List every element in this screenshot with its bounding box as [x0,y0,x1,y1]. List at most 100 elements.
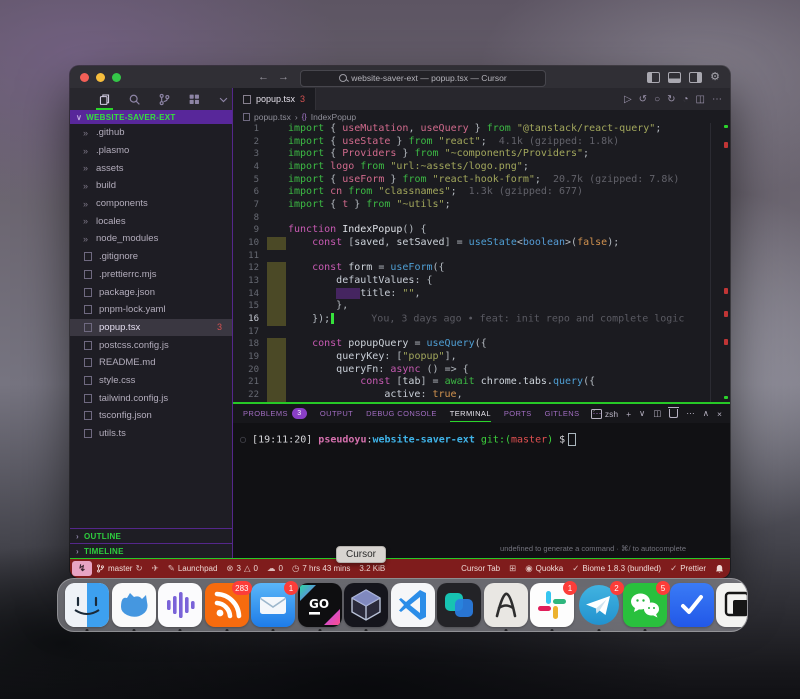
controller-icon[interactable]: ⊞ [509,563,516,574]
code-line[interactable]: 4import logo from "url:~assets/logo.png"… [233,161,730,174]
time-tracker-status[interactable]: ◷ 7 hrs 43 mins [292,563,350,574]
split-terminal-icon[interactable]: ◫ [653,408,661,419]
toggle-panel-icon[interactable] [668,72,681,83]
dock-icon-things[interactable] [670,583,714,632]
tree-item-.prettierrc.mjs[interactable]: .prettierrc.mjs [70,266,232,284]
panel-tab-gitlens[interactable]: GITLENS [545,404,580,423]
tree-item-locales[interactable]: »locales [70,212,232,230]
dock-icon-squares[interactable] [716,583,748,632]
code-line[interactable]: 12 const form = useForm({ [233,262,730,275]
code-line[interactable]: 7import { t } from "~utils"; [233,199,730,212]
explorer-root[interactable]: ∨ WEBSITE-SAVER-EXT [70,110,232,124]
tree-item-utils.ts[interactable]: utils.ts [70,425,232,443]
panel-tab-output[interactable]: OUTPUT [320,404,353,423]
dock-icon-cursor[interactable] [344,583,388,632]
breadcrumb[interactable]: popup.tsx › {} IndexPopup [233,110,730,123]
explorer-icon[interactable] [98,88,111,110]
problems-status[interactable]: ⊗ 3 △ 0 [226,563,258,574]
code-line[interactable]: 14 title: "", [233,288,730,301]
code-line[interactable]: 19 queryKey: ["popup"], [233,351,730,364]
nav-back-icon[interactable]: ← [258,71,269,83]
code-line[interactable]: 15 }, [233,300,730,313]
code-line[interactable]: 17 [233,326,730,339]
code-line[interactable]: 18 const popupQuery = useQuery({ [233,338,730,351]
dock-icon-telegram[interactable]: 2 [577,583,621,632]
maximize-panel-icon[interactable]: ∧ [703,408,709,419]
tree-item-popup.tsx[interactable]: popup.tsx3 [70,319,232,337]
tree-item-pnpm-lock.yaml[interactable]: pnpm-lock.yaml [70,301,232,319]
tree-item-tailwind.config.js[interactable]: tailwind.config.js [70,389,232,407]
code-line[interactable]: 6import cn from "classnames"; 1.3k (gzip… [233,186,730,199]
extensions-icon[interactable] [188,88,201,110]
panel-tab-ports[interactable]: PORTS [504,404,532,423]
more-icon[interactable]: ⋯ [686,408,695,419]
new-terminal-icon[interactable]: + [626,409,631,419]
code-line[interactable]: 20 queryFn: async () => { [233,364,730,377]
chevron-down-icon[interactable] [218,88,229,110]
launchpad-status[interactable]: ✎ Launchpad [168,563,218,574]
tree-item-postcss.config.js[interactable]: postcss.config.js [70,336,232,354]
split-editor-icon[interactable]: ◫ [696,94,705,105]
git-branch-status[interactable]: master ↻ [96,563,143,574]
biome-status[interactable]: ✓ Biome 1.8.3 (bundled) [572,563,661,574]
toggle-sidebar-icon[interactable] [647,72,660,83]
tree-item-.gitignore[interactable]: .gitignore [70,248,232,266]
code-line[interactable]: 8 [233,212,730,225]
dock-icon-fox[interactable] [112,583,156,632]
tree-item-components[interactable]: »components [70,195,232,213]
tree-item-build[interactable]: »build [70,177,232,195]
tree-item-tsconfig.json[interactable]: tsconfig.json [70,407,232,425]
dock-icon-teal[interactable] [437,583,481,632]
chevron-down-icon[interactable]: ∨ [639,408,645,419]
code-line[interactable]: 10 const [saved, setSaved] = useState<bo… [233,237,730,250]
remote-indicator[interactable]: ↯ [72,561,92,576]
undo-circle-icon[interactable]: ↺ [639,94,647,105]
dock-icon-mail[interactable]: 1 [251,583,295,632]
tree-item-.plasmo[interactable]: ».plasmo [70,142,232,160]
tree-item-node_modules[interactable]: »node_modules [70,230,232,248]
timeline-section[interactable]: › TIMELINE [70,543,232,558]
code-editor[interactable]: 1import { useMutation, useQuery } from "… [233,123,730,402]
code-line[interactable]: 11 [233,250,730,263]
source-control-icon[interactable] [158,88,171,110]
nav-forward-icon[interactable]: → [278,71,289,83]
dock-icon-wave[interactable] [158,583,202,632]
tree-item-README.md[interactable]: README.md [70,354,232,372]
notifications-bell[interactable] [715,564,724,574]
dock-icon-goland[interactable]: GO [298,583,342,632]
code-line[interactable]: 13 defaultValues: { [233,275,730,288]
publish-status[interactable]: ✈ [152,563,159,574]
panel-tab-debug-console[interactable]: DEBUG CONSOLE [366,404,437,423]
code-line[interactable]: 5import { useForm } from "react-hook-for… [233,174,730,187]
tab-popup-tsx[interactable]: popup.tsx 3 [233,88,316,110]
search-panel-icon[interactable] [128,88,141,110]
code-line[interactable]: 9function IndexPopup() { [233,224,730,237]
run-icon[interactable]: ▷ [624,94,632,105]
dock-icon-vscode[interactable] [391,583,435,632]
zoom-button[interactable] [112,73,121,82]
toggle-secondary-sidebar-icon[interactable] [689,72,702,83]
prettier-status[interactable]: ✓ Prettier [670,563,706,574]
dock-icon-wechat[interactable]: 5 [623,583,667,632]
history-icon[interactable]: ◔ [683,94,689,105]
cursor-tab-status[interactable]: Cursor Tab [461,564,500,573]
code-line[interactable]: 21 const [tab] = await chrome.tabs.query… [233,376,730,389]
tree-item-.github[interactable]: ».github [70,124,232,142]
code-line[interactable]: 3import { Providers } from "~components/… [233,148,730,161]
settings-gear-icon[interactable]: ⚙ [710,72,720,83]
tree-item-assets[interactable]: »assets [70,159,232,177]
circle-icon[interactable]: ○ [654,94,660,105]
feedback-status[interactable]: ☁ 0 [267,563,283,574]
dock-icon-slack[interactable]: 1 [530,583,574,632]
panel-tab-problems[interactable]: PROBLEMS3 [243,404,307,423]
more-actions-icon[interactable]: ⋯ [712,94,722,105]
outline-section[interactable]: › OUTLINE [70,528,232,543]
code-line[interactable]: 22 active: true, [233,389,730,402]
terminal[interactable]: ○ [19:11:20] pseudoyu:website-saver-ext … [233,423,730,558]
tree-item-style.css[interactable]: style.css [70,372,232,390]
code-line[interactable]: 1import { useMutation, useQuery } from "… [233,123,730,136]
code-line[interactable]: 16 }); You, 3 days ago • feat: init repo… [233,313,730,326]
close-button[interactable] [80,73,89,82]
dock-icon-finder[interactable] [65,583,109,632]
dock-icon-reeder[interactable]: 283 [205,583,249,632]
